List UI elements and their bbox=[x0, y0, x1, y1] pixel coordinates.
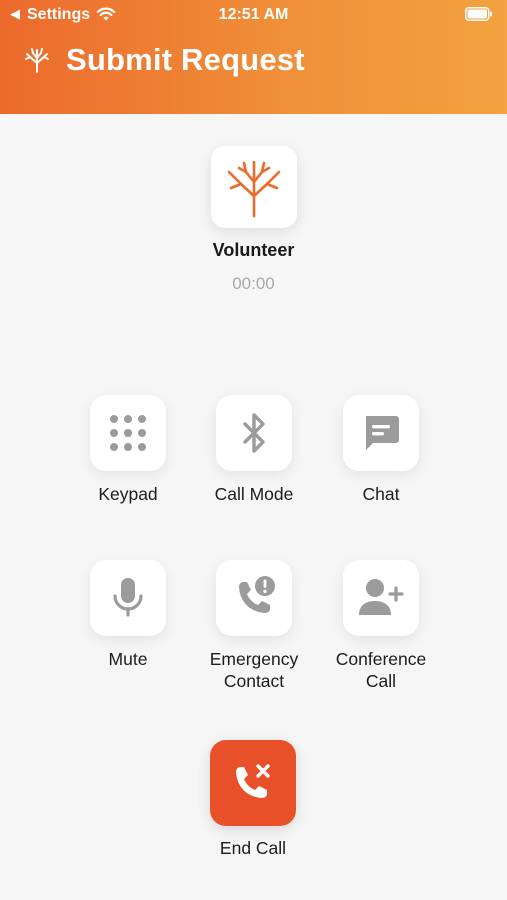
conference-call-label-line1: Conference bbox=[335, 649, 427, 669]
end-call-icon bbox=[236, 764, 270, 798]
emergency-contact-button[interactable] bbox=[216, 560, 292, 636]
conference-call-button[interactable] bbox=[343, 560, 419, 636]
conference-call-label: Conference Call bbox=[321, 648, 441, 692]
status-bar: ◀ Settings 12:51 AM bbox=[0, 0, 507, 32]
page-title: Submit Request bbox=[66, 42, 305, 77]
battery-icon bbox=[465, 7, 492, 21]
keypad-icon bbox=[110, 415, 146, 451]
chat-control[interactable]: Chat bbox=[321, 395, 441, 505]
mute-button[interactable] bbox=[90, 560, 166, 636]
end-call-label: End Call bbox=[219, 838, 287, 858]
bluetooth-icon bbox=[243, 413, 265, 453]
callee-name: Volunteer bbox=[212, 240, 295, 260]
chat-icon bbox=[366, 416, 399, 450]
mute-label: Mute bbox=[108, 649, 148, 669]
emergency-contact-label-line2: Contact bbox=[223, 671, 285, 691]
emergency-contact-control[interactable]: Emergency Contact bbox=[194, 560, 314, 692]
conference-call-label-line2: Call bbox=[365, 671, 397, 691]
keypad-label: Keypad bbox=[98, 484, 158, 504]
call-timer: 00:00 bbox=[232, 274, 275, 293]
end-call-button[interactable] bbox=[210, 740, 296, 826]
keypad-control[interactable]: Keypad bbox=[68, 395, 188, 505]
mute-control[interactable]: Mute bbox=[68, 560, 188, 670]
call-mode-control[interactable]: Call Mode bbox=[194, 395, 314, 505]
emergency-contact-label: Emergency Contact bbox=[194, 648, 314, 692]
chat-button[interactable] bbox=[343, 395, 419, 471]
app-header: ◀ Settings 12:51 AM Submit Request bbox=[0, 0, 507, 114]
tree-logo-icon bbox=[25, 48, 49, 73]
conference-call-control[interactable]: Conference Call bbox=[321, 560, 441, 692]
phone-alert-icon bbox=[239, 576, 275, 613]
keypad-button[interactable] bbox=[90, 395, 166, 471]
status-time: 12:51 AM bbox=[218, 6, 289, 23]
title-row: Submit Request bbox=[22, 40, 305, 80]
tree-logo-icon bbox=[227, 160, 281, 218]
add-user-icon bbox=[359, 579, 404, 615]
call-mode-button[interactable] bbox=[216, 395, 292, 471]
call-mode-label: Call Mode bbox=[214, 484, 294, 504]
emergency-contact-label-line1: Emergency bbox=[209, 649, 299, 669]
callee-avatar bbox=[211, 146, 297, 228]
microphone-icon bbox=[113, 578, 143, 617]
end-call-control[interactable]: End Call bbox=[193, 740, 313, 859]
chat-label: Chat bbox=[362, 484, 400, 504]
